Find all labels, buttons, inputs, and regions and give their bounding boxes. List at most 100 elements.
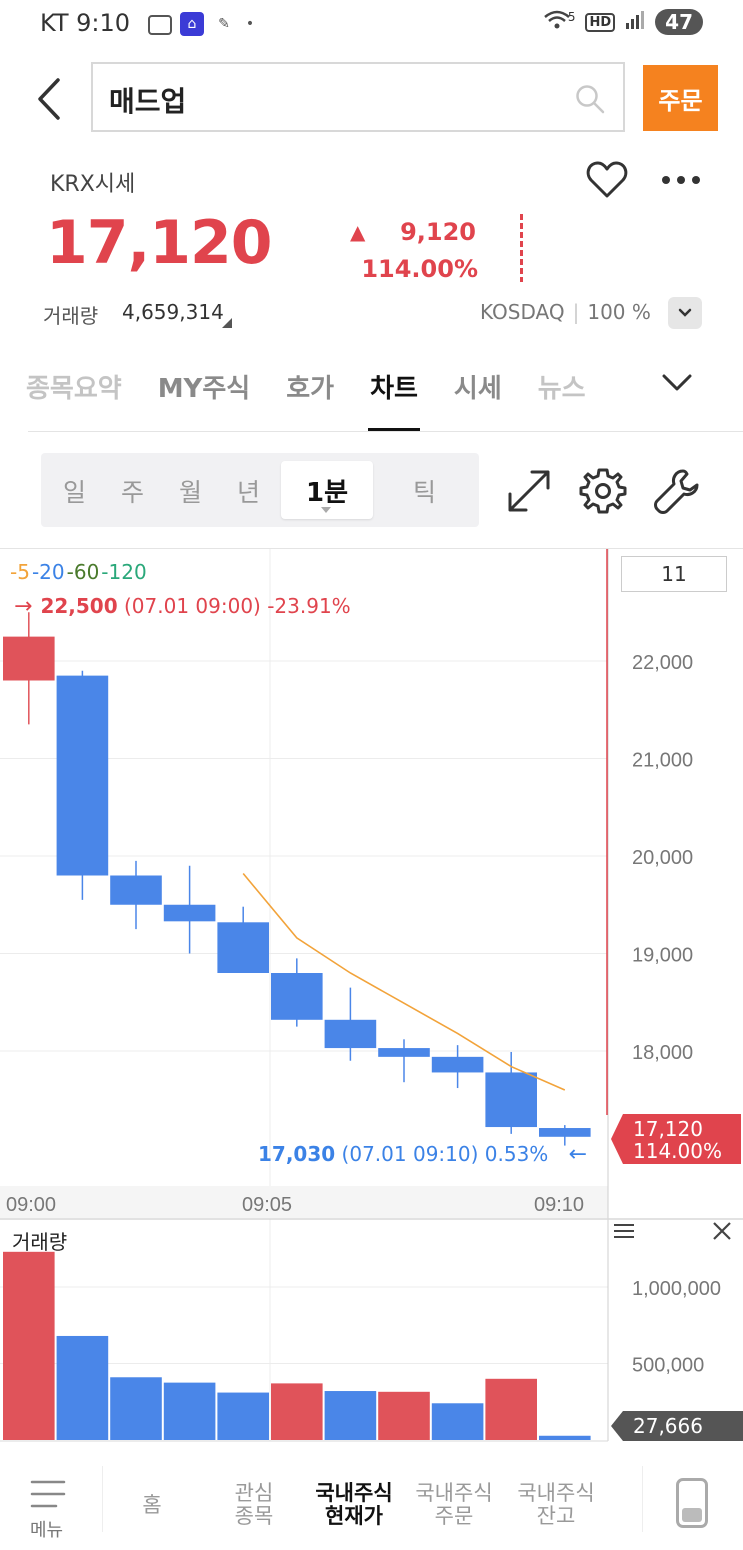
- tab-chart[interactable]: 차트: [368, 362, 420, 432]
- ma-legend-item: -60: [66, 560, 100, 584]
- x-tick-label: 09:00: [6, 1194, 56, 1216]
- interval-1min-label: 1분: [305, 477, 348, 508]
- high-price: 22,500: [40, 594, 118, 618]
- y-tick-label: 19,000: [632, 945, 693, 967]
- interval-week[interactable]: 주: [121, 473, 144, 509]
- heart-icon: [586, 161, 628, 198]
- volume-bar[interactable]: [163, 1382, 216, 1440]
- candle-body[interactable]: [378, 1048, 430, 1057]
- ma-legend: -5 -20 -60 -120: [10, 560, 147, 584]
- interval-day[interactable]: 일: [63, 473, 86, 509]
- volume-tick-label: 1,000,000: [632, 1278, 721, 1300]
- fullscreen-button[interactable]: [504, 466, 554, 516]
- interval-year[interactable]: 년: [237, 473, 260, 509]
- battery-level: 47: [655, 9, 703, 35]
- screenshot-icon: [148, 15, 172, 35]
- interval-month[interactable]: 월: [179, 473, 202, 509]
- volume-bar[interactable]: [378, 1391, 430, 1440]
- search-query: 매드업: [109, 85, 187, 118]
- more-dots-icon: [662, 176, 700, 184]
- tab-news[interactable]: 뉴스: [538, 362, 586, 432]
- volume-panel-close-button[interactable]: [711, 1220, 733, 1248]
- candle-body[interactable]: [485, 1072, 537, 1128]
- tab-my-stock[interactable]: MY주식: [158, 362, 251, 432]
- volume-bar[interactable]: [3, 1251, 55, 1440]
- volume-bar[interactable]: [324, 1391, 377, 1440]
- volume-label: 거래량: [43, 304, 99, 328]
- chevron-down-icon: [662, 374, 692, 391]
- back-button[interactable]: [30, 74, 70, 124]
- candle-body[interactable]: [3, 636, 55, 681]
- order-button[interactable]: 주문: [643, 65, 718, 131]
- tabs-divider: [28, 431, 743, 432]
- tab-summary[interactable]: 종목요약: [26, 362, 122, 432]
- chevron-left-icon: [38, 78, 60, 120]
- volume-bar[interactable]: [539, 1435, 591, 1440]
- chart-settings-button[interactable]: [578, 466, 628, 516]
- margin-ratio: 100 %: [587, 300, 651, 324]
- candle-body[interactable]: [110, 875, 162, 905]
- candle-body[interactable]: [431, 1056, 484, 1073]
- chart-tools-button[interactable]: [652, 466, 702, 516]
- y-tick-label: 21,000: [632, 750, 693, 772]
- period-input[interactable]: 11: [621, 556, 727, 592]
- volume-tick-label: 500,000: [632, 1355, 704, 1377]
- search-icon[interactable]: [575, 84, 605, 114]
- volume-bar[interactable]: [217, 1392, 269, 1440]
- nav-domestic-order[interactable]: 국내주식 주문: [406, 1482, 502, 1528]
- y-tick-label: 22,000: [632, 652, 693, 674]
- tabs-expand-button[interactable]: [660, 368, 694, 402]
- more-button[interactable]: [660, 170, 702, 194]
- quote-source: KRX시세: [50, 172, 136, 197]
- left-arrow-icon: ←: [568, 1142, 588, 1167]
- close-icon: [713, 1222, 731, 1240]
- nav-domestic-balance[interactable]: 국내주식 잔고: [508, 1482, 604, 1528]
- volume-panel-menu-button[interactable]: [613, 1222, 635, 1244]
- price-tag-value: 17,120: [633, 1117, 703, 1141]
- current-price-tag: 17,120 114.00%: [611, 1114, 741, 1164]
- candle-body[interactable]: [56, 675, 109, 876]
- interval-1min[interactable]: 1분: [281, 461, 373, 519]
- right-arrow-icon: →: [14, 594, 33, 619]
- expand-arrows-icon: [508, 470, 550, 512]
- x-tick-label: 09:05: [242, 1194, 292, 1216]
- candle-body[interactable]: [217, 922, 269, 973]
- current-volume-tag: 27,666: [611, 1411, 743, 1441]
- stock-search-field[interactable]: 매드업: [91, 62, 625, 132]
- tab-price-history[interactable]: 시세: [454, 362, 502, 432]
- volume-bar[interactable]: [271, 1383, 323, 1440]
- volume-value: 4,659,314: [122, 300, 224, 324]
- dropdown-triangle-icon: [321, 507, 331, 513]
- market-name: KOSDAQ: [480, 300, 565, 324]
- volume-bar[interactable]: [110, 1377, 162, 1440]
- candlestick-chart[interactable]: 22,000 21,000 20,000 19,000 18,000 1,000,000 5…: [0, 549, 743, 1460]
- menu-label[interactable]: 메뉴: [30, 1516, 63, 1542]
- favorite-button[interactable]: [586, 160, 628, 204]
- nav-home[interactable]: 홈: [104, 1494, 200, 1517]
- ma-legend-item: -120: [101, 560, 147, 584]
- volume-bar[interactable]: [431, 1403, 484, 1440]
- candle-body[interactable]: [163, 904, 216, 922]
- volume-bar[interactable]: [485, 1378, 537, 1440]
- ma-legend-item: -20: [31, 560, 65, 584]
- volume-bar[interactable]: [56, 1335, 109, 1440]
- bottom-navigation: 메뉴 홈 관심 종목 국내주식 현재가 국내주식 주문 국내주식 잔고: [0, 1460, 743, 1550]
- mini-range-bar: [520, 214, 523, 282]
- tab-orderbook[interactable]: 호가: [286, 362, 334, 432]
- signal-icon: [625, 8, 645, 36]
- candle-body[interactable]: [271, 973, 323, 1020]
- candle-body[interactable]: [324, 1019, 377, 1049]
- interval-tick[interactable]: 틱: [413, 473, 436, 509]
- quote-expand-button[interactable]: [668, 297, 702, 329]
- app-switch-icon[interactable]: [676, 1478, 708, 1528]
- network-badge: 5: [567, 10, 576, 24]
- x-tick-label: 09:10: [534, 1194, 584, 1216]
- nav-domestic-quote[interactable]: 국내주식 현재가: [306, 1482, 402, 1528]
- menu-icon[interactable]: [28, 1478, 68, 1512]
- y-tick-label: 20,000: [632, 847, 693, 869]
- dot-icon: •: [245, 16, 255, 32]
- gear-icon: [579, 468, 627, 514]
- up-triangle-icon: ▲: [350, 220, 366, 244]
- nav-watchlist[interactable]: 관심 종목: [206, 1482, 302, 1528]
- candle-body[interactable]: [539, 1128, 591, 1137]
